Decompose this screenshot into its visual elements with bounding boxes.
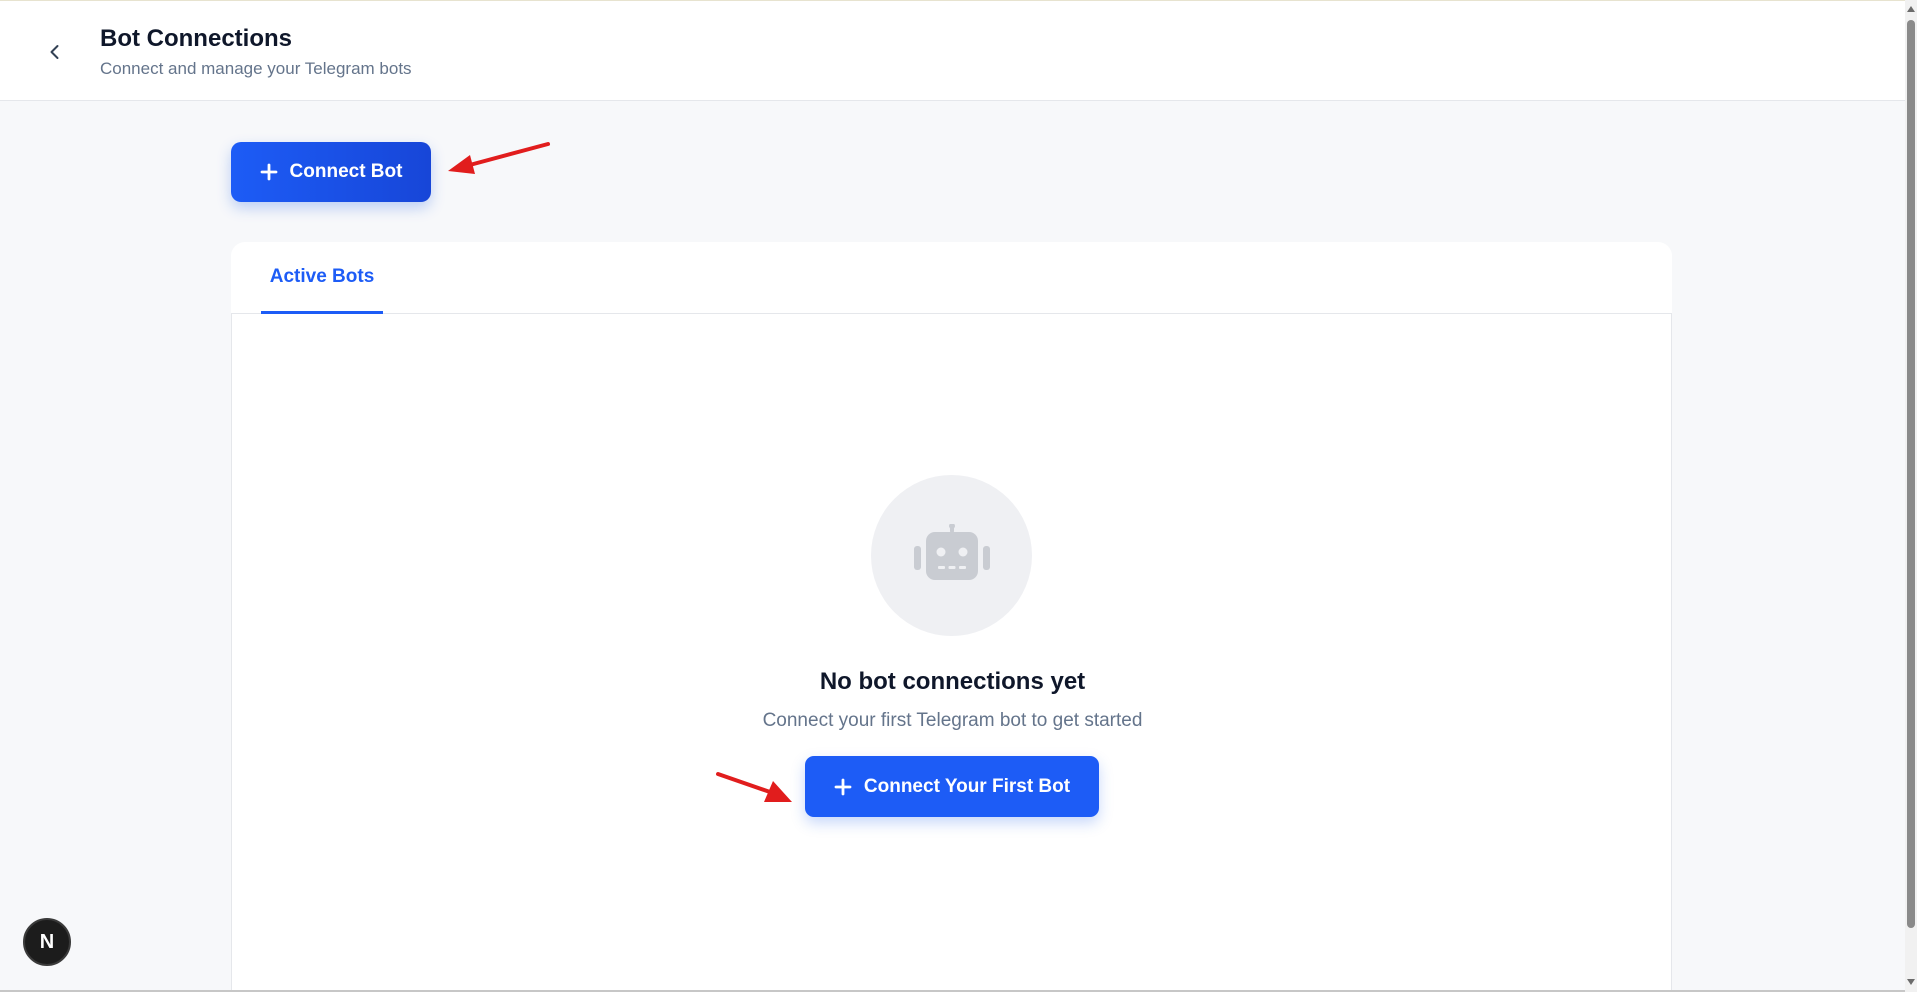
connect-first-bot-label: Connect Your First Bot (863, 775, 1071, 797)
empty-state-icon-circle (871, 475, 1032, 636)
chevron-left-icon (50, 45, 59, 59)
tab-active-bots[interactable]: Active Bots (261, 242, 383, 314)
page-title: Bot Connections (100, 25, 292, 52)
plus-icon (834, 778, 852, 795)
page-subtitle: Connect and manage your Telegram bots (100, 59, 412, 78)
empty-state-subtitle: Connect your first Telegram bot to get s… (762, 710, 1143, 731)
tab-bar: Active Bots (231, 242, 1672, 314)
connect-bot-button[interactable]: Connect Bot (231, 142, 431, 202)
scroll-down-arrow-icon[interactable] (1905, 975, 1917, 989)
empty-state-title: No bot connections yet (819, 668, 1086, 695)
robot-icon (913, 523, 990, 580)
connect-bot-label: Connect Bot (289, 161, 403, 182)
annotation-arrow-icon (448, 142, 550, 174)
scroll-up-arrow-icon[interactable] (1905, 2, 1917, 16)
connect-first-bot-button[interactable]: Connect Your First Bot (805, 756, 1099, 817)
annotation-arrow-icon (716, 772, 792, 802)
vertical-scrollbar[interactable] (1905, 0, 1917, 992)
back-button[interactable] (38, 35, 72, 69)
scrollbar-thumb[interactable] (1907, 20, 1915, 928)
dev-badge-label: N (39, 930, 55, 953)
plus-icon (260, 163, 277, 181)
dev-tools-badge[interactable]: N (23, 918, 71, 966)
bots-card: Active Bots No bot connections yet Conne… (231, 242, 1672, 990)
page-header: Bot Connections Connect and manage your … (0, 1, 1905, 101)
empty-state-panel: No bot connections yet Connect your firs… (231, 314, 1672, 990)
